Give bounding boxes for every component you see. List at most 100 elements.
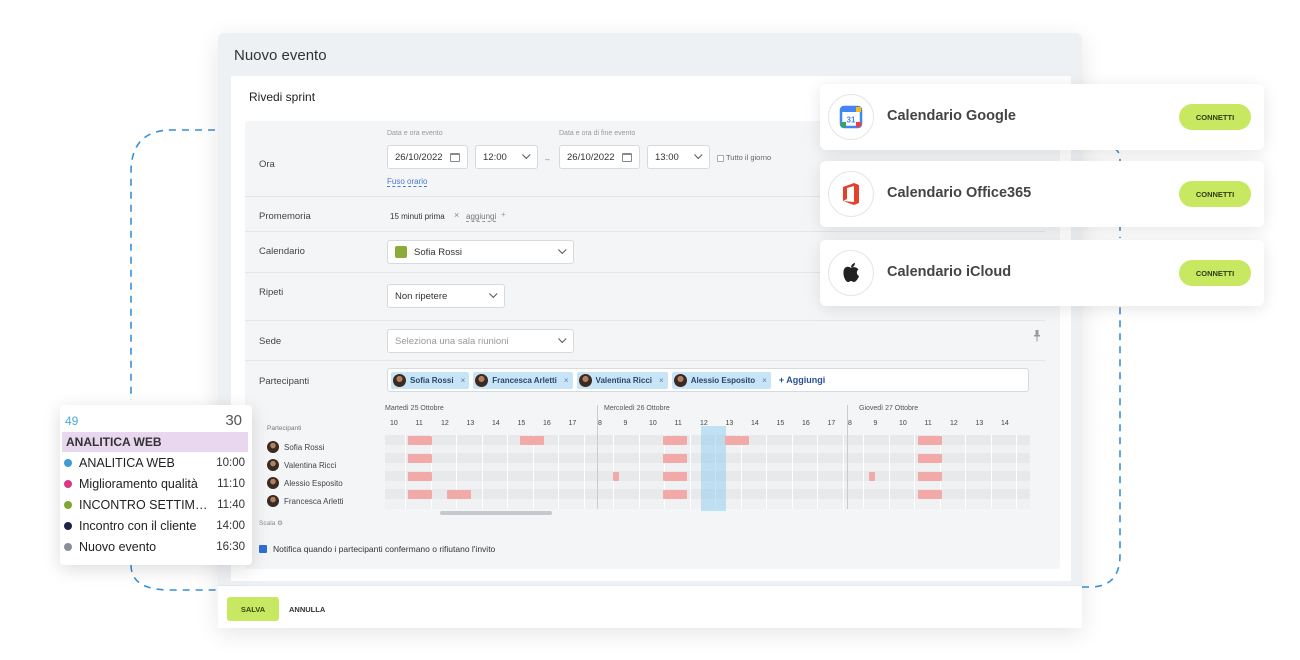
repeat-select[interactable]: Non ripetere — [387, 284, 505, 308]
hour-tick-label: 10 — [649, 420, 657, 427]
add-participant-link[interactable]: + Aggiungi — [779, 375, 825, 385]
chevron-down-icon — [694, 150, 703, 160]
location-select[interactable]: Seleziona una sala riunioni — [387, 329, 574, 353]
agenda-item[interactable]: Incontro con il cliente 14:00 — [64, 516, 245, 536]
notify-label: Notifica quando i partecipanti conferman… — [273, 544, 496, 554]
hour-tick-label: 13 — [975, 420, 984, 427]
save-button[interactable]: SALVA — [227, 597, 279, 621]
busy-block — [918, 490, 942, 499]
busy-block — [663, 454, 687, 463]
repeat-select-value: Non ripetere — [395, 290, 448, 302]
calendar-select[interactable]: Sofia Rossi — [387, 240, 574, 264]
busy-block — [408, 436, 432, 445]
hour-gridline — [481, 435, 483, 509]
hour-gridline — [863, 435, 864, 509]
event-name[interactable]: Rivedi sprint — [249, 90, 315, 104]
agenda-item[interactable]: Nuovo evento 16:30 — [64, 537, 245, 557]
all-day-label: Tutto il giorno — [726, 153, 772, 162]
busy-block — [869, 472, 875, 481]
integration-card-icloud: Calendario iCloud CONNETTI — [820, 240, 1264, 306]
day-separator — [597, 405, 598, 509]
end-date-field[interactable]: 26/10/2022 — [559, 145, 640, 169]
agenda-widget: 49 30 ANALITICA WEB ANALITICA WEB 10:00 M… — [60, 405, 252, 565]
agenda-item-time: 10:00 — [216, 457, 245, 469]
hour-tick-label: 17 — [827, 420, 836, 427]
day-separator — [847, 405, 848, 509]
end-time-field[interactable]: 13:00 — [647, 145, 710, 169]
agenda-item-time: 14:00 — [216, 520, 245, 532]
hour-gridline — [583, 435, 585, 509]
start-date-field[interactable]: 26/10/2022 — [387, 145, 468, 169]
timezone-link[interactable]: Fuso orario — [387, 177, 428, 187]
hour-tick-label: 9 — [623, 420, 628, 427]
plus-icon[interactable]: + — [501, 210, 506, 219]
hour-tick-label: 14 — [751, 420, 759, 427]
busy-block — [663, 472, 687, 481]
cancel-button[interactable]: ANNULLA — [289, 597, 325, 621]
start-time-field[interactable]: 12:00 — [475, 145, 538, 169]
calendar-select-value: Sofia Rossi — [414, 246, 463, 258]
hour-gridline — [914, 435, 915, 509]
chip-remove-icon[interactable]: × — [659, 376, 664, 385]
hour-tick-label: 11 — [924, 420, 932, 427]
timeline-scale-label[interactable]: Scala ⚙ — [259, 519, 283, 527]
chip-remove-icon[interactable]: × — [762, 376, 767, 385]
avatar — [673, 373, 687, 387]
time-range-dash: – — [545, 154, 550, 164]
integration-card-google: 31 Calendario Google CONNETTI — [820, 84, 1264, 150]
hour-tick-label: 13 — [466, 420, 475, 427]
agenda-item[interactable]: Miglioramento qualità 11:10 — [64, 474, 245, 494]
notify-option[interactable]: Notifica quando i partecipanti conferman… — [259, 544, 495, 554]
integration-name: Calendario Office365 — [887, 185, 1032, 201]
apple-icon — [828, 250, 874, 296]
hour-tick-label: 14 — [1001, 420, 1009, 427]
agenda-dot — [64, 501, 72, 509]
calendar-color-swatch — [395, 246, 407, 258]
hour-tick-label: 12 — [441, 420, 449, 427]
timeline-scrollbar[interactable] — [440, 511, 552, 515]
connect-button[interactable]: CONNETTI — [1179, 260, 1251, 286]
timeline-person-name: Valentina Ricci — [284, 460, 337, 470]
hour-gridline — [638, 435, 640, 509]
agenda-item[interactable]: INCONTRO SETTIMANALE 11:40 — [64, 495, 245, 515]
agenda-week-number: 49 — [65, 414, 79, 428]
modal-footer: SALVA ANNULLA — [218, 585, 1082, 628]
chip-remove-icon[interactable]: × — [564, 376, 569, 385]
reminder-remove-icon[interactable]: × — [454, 210, 459, 220]
all-day-toggle[interactable]: Tutto il giorno — [717, 153, 771, 162]
avatar — [267, 441, 279, 453]
agenda-item[interactable]: ANALITICA WEB 10:00 — [64, 453, 245, 473]
agenda-dot — [64, 480, 72, 488]
busy-block — [918, 436, 942, 445]
calendario-label: Calendario — [259, 246, 305, 257]
busy-block — [408, 490, 432, 499]
agenda-highlight[interactable]: ANALITICA WEB — [62, 432, 248, 452]
notify-checkbox[interactable] — [259, 545, 267, 553]
pin-icon[interactable] — [1033, 330, 1041, 342]
chevron-down-icon — [558, 245, 567, 255]
connect-button[interactable]: CONNETTI — [1179, 181, 1251, 207]
stage: Nuovo evento Rivedi sprint Ora Data e or… — [0, 0, 1300, 660]
hour-tick-label: 8 — [598, 420, 602, 427]
chevron-down-icon — [522, 150, 531, 160]
avatar — [475, 373, 489, 387]
participants-input[interactable]: Sofia Rossi × Francesca Arletti × Valentin… — [387, 368, 1029, 392]
connect-button[interactable]: CONNETTI — [1179, 104, 1251, 130]
integration-name: Calendario Google — [887, 108, 1016, 124]
gear-icon: ⚙ — [277, 520, 283, 527]
availability-timeline[interactable]: Martedì 25 Ottobre Mercoledì 26 Ottobre … — [385, 405, 1030, 525]
timeline-person: Francesca Arletti — [267, 495, 344, 507]
agenda-dot — [64, 543, 72, 551]
chip-remove-icon[interactable]: × — [461, 376, 466, 385]
hour-gridline — [842, 435, 844, 509]
hour-tick-label: 10 — [390, 420, 398, 427]
chevron-down-icon — [558, 334, 567, 344]
start-time-value: 12:00 — [483, 151, 507, 163]
avatar — [393, 373, 406, 387]
ripeti-label: Ripeti — [259, 287, 284, 298]
start-date-value: 26/10/2022 — [395, 151, 443, 163]
hour-tick-label: 11 — [415, 420, 423, 427]
all-day-checkbox[interactable] — [717, 154, 724, 162]
timeline-person-name: Francesca Arletti — [284, 496, 344, 506]
reminder-add-link[interactable]: aggiungi — [466, 212, 497, 222]
